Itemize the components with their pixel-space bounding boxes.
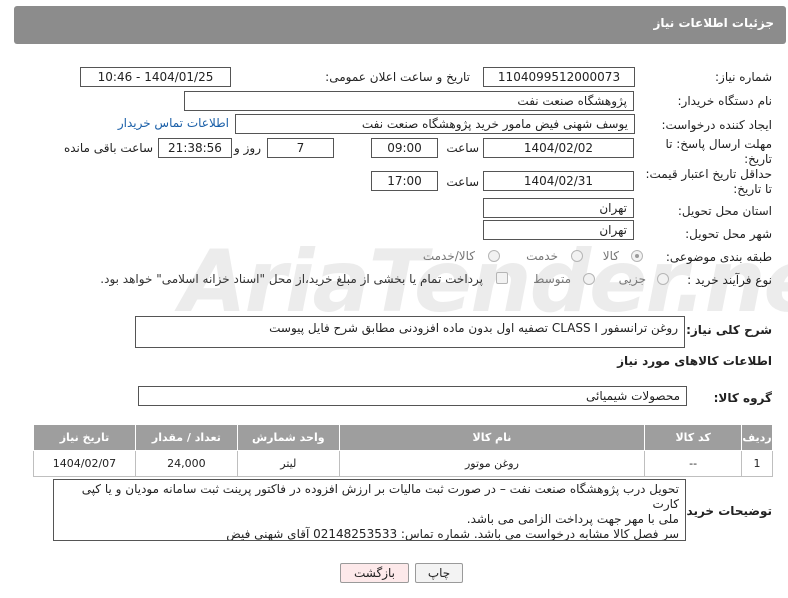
- buyer-notes-field: تحویل درب پژوهشگاه صنعت نفت – در صورت ثب…: [53, 479, 686, 541]
- cell-row-number: 1: [741, 450, 773, 477]
- validity-date-field: 1404/02/31: [483, 171, 634, 191]
- category-goods-radio[interactable]: [631, 250, 643, 262]
- col-code-header: کد کالا: [644, 424, 743, 451]
- page-title: جزئیات اطلاعات نیاز: [653, 16, 774, 30]
- remaining-time-field: 21:38:56: [158, 138, 232, 158]
- items-table: ردیف کد کالا نام کالا واحد شمارش تعداد /…: [33, 424, 773, 477]
- need-number-label: شماره نیاز:: [715, 70, 772, 84]
- table-header-row: ردیف کد کالا نام کالا واحد شمارش تعداد /…: [33, 424, 773, 451]
- deadline-time-field: 09:00: [371, 138, 438, 158]
- process-medium-radio[interactable]: [583, 273, 595, 285]
- deadline-label-1: مهلت ارسال پاسخ: تا: [665, 137, 772, 151]
- remaining-label: ساعت باقی مانده: [63, 141, 153, 155]
- buyer-contact-link[interactable]: اطلاعات تماس خریدار: [118, 116, 229, 130]
- deadline-label-2: تاریخ:: [744, 152, 772, 166]
- category-goods-label: کالا: [602, 249, 619, 263]
- print-button[interactable]: چاپ: [415, 563, 463, 583]
- col-row-header: ردیف: [741, 424, 773, 451]
- category-service-radio[interactable]: [571, 250, 583, 262]
- province-label: استان محل تحویل:: [677, 204, 772, 218]
- col-unit-header: واحد شمارش: [236, 424, 340, 451]
- process-label: نوع فرآیند خرید :: [687, 273, 772, 287]
- description-field: روغن ترانسفور CLASS I تصفیه اول بدون ماد…: [135, 316, 685, 348]
- buyer-notes-line-3: سر فصل کالا مشابه درخواست می باشد. شماره…: [226, 527, 679, 541]
- process-medium-label: متوسط: [533, 272, 571, 286]
- category-label: طبقه بندی موضوعی:: [665, 250, 772, 264]
- goods-info-title: اطلاعات کالاهای مورد نیاز: [617, 354, 772, 368]
- province-field: تهران: [483, 198, 634, 218]
- category-goods-service-radio[interactable]: [488, 250, 500, 262]
- goods-group-field: محصولات شیمیائی: [138, 386, 687, 406]
- process-minor-radio[interactable]: [657, 273, 669, 285]
- validity-label-2: تا تاریخ:: [733, 182, 772, 196]
- creator-label: ایجاد کننده درخواست:: [661, 118, 772, 132]
- category-goods-service-label: کالا/خدمت: [422, 249, 475, 263]
- buyer-notes-line-1: تحویل درب پژوهشگاه صنعت نفت – در صورت ثب…: [81, 482, 679, 511]
- page-header: جزئیات اطلاعات نیاز: [14, 6, 786, 44]
- deadline-time-label: ساعت: [446, 141, 479, 155]
- col-date-header: تاریخ نیاز: [33, 424, 136, 451]
- validity-label-1: حداقل تاریخ اعتبار قیمت:: [645, 167, 772, 181]
- col-name-header: نام کالا: [338, 424, 646, 451]
- process-minor-label: جزیی: [618, 272, 646, 286]
- back-button[interactable]: بازگشت: [340, 563, 409, 583]
- treasury-payment-checkbox[interactable]: [496, 272, 508, 284]
- goods-group-label: گروه کالا:: [713, 391, 772, 405]
- cell-unit: لیتر: [236, 450, 340, 477]
- buyer-notes-line-2: ملی با مهر جهت پرداخت الزامی می باشد.: [466, 512, 679, 526]
- need-number-field: 1104099512000073: [483, 67, 635, 87]
- validity-time-field: 17:00: [371, 171, 438, 191]
- city-field: تهران: [483, 220, 634, 240]
- announce-label: تاریخ و ساعت اعلان عمومی:: [325, 70, 470, 84]
- cell-item-name: روغن موتور: [338, 450, 646, 477]
- deadline-date-field: 1404/02/02: [483, 138, 634, 158]
- announce-field: 1404/01/25 - 10:46: [80, 67, 231, 87]
- cell-need-date: 1404/02/07: [33, 450, 136, 477]
- cell-item-code: --: [644, 450, 743, 477]
- buyer-org-label: نام دستگاه خریدار:: [677, 94, 773, 108]
- category-service-label: خدمت: [526, 249, 558, 263]
- table-row: 1 -- روغن موتور لیتر 24,000 1404/02/07: [33, 450, 773, 477]
- days-label: روز و: [234, 141, 261, 155]
- description-label: شرح کلی نیاز:: [686, 323, 772, 337]
- cell-quantity: 24,000: [134, 450, 238, 477]
- validity-time-label: ساعت: [446, 175, 479, 189]
- treasury-payment-note: پرداخت تمام یا بخشی از مبلغ خرید،از محل …: [100, 272, 483, 286]
- creator-field: یوسف شهنی فیض مامور خرید پژوهشگاه صنعت ن…: [235, 114, 635, 134]
- days-field: 7: [267, 138, 334, 158]
- col-qty-header: تعداد / مقدار: [134, 424, 238, 451]
- city-label: شهر محل تحویل:: [685, 227, 772, 241]
- buyer-org-field: پژوهشگاه صنعت نفت: [184, 91, 634, 111]
